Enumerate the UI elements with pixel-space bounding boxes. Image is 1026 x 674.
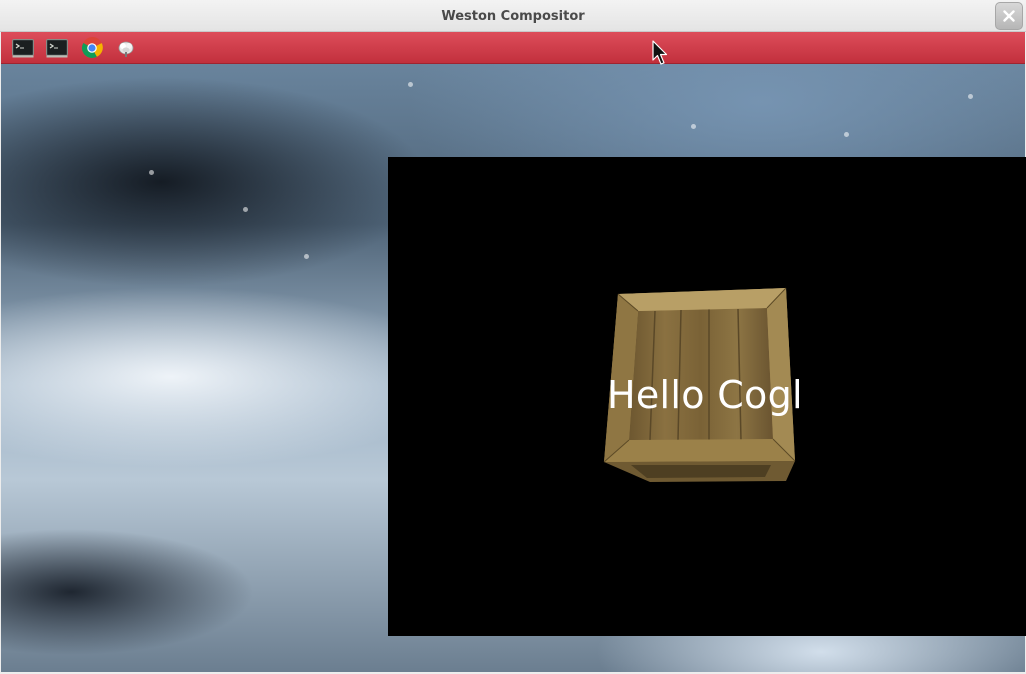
launcher-flower[interactable] [115,38,137,58]
flower-icon [118,41,134,57]
terminal-icon [12,39,34,58]
chrome-icon [82,37,103,58]
background-speck [243,207,248,212]
window-title: Weston Compositor [441,9,585,24]
background-speck [149,170,154,175]
background-speck [691,124,696,129]
hello-cogl-window[interactable]: Hello Cogl [388,157,1026,636]
close-button[interactable] [995,2,1023,30]
launcher-terminal-1[interactable] [12,38,34,58]
weston-panel [1,32,1025,64]
launcher-chrome[interactable] [81,37,103,59]
launcher-terminal-2[interactable] [46,38,68,58]
weston-compositor-window: Weston Compositor Hello Cogl [0,0,1026,674]
title-bar[interactable]: Weston Compositor [0,0,1026,32]
background-speck [968,94,973,99]
background-speck [408,82,413,87]
hello-cogl-text: Hello Cogl [607,373,803,417]
background-speck [844,132,849,137]
terminal-icon [46,39,68,58]
background-speck [304,254,309,259]
close-icon [1003,10,1015,22]
